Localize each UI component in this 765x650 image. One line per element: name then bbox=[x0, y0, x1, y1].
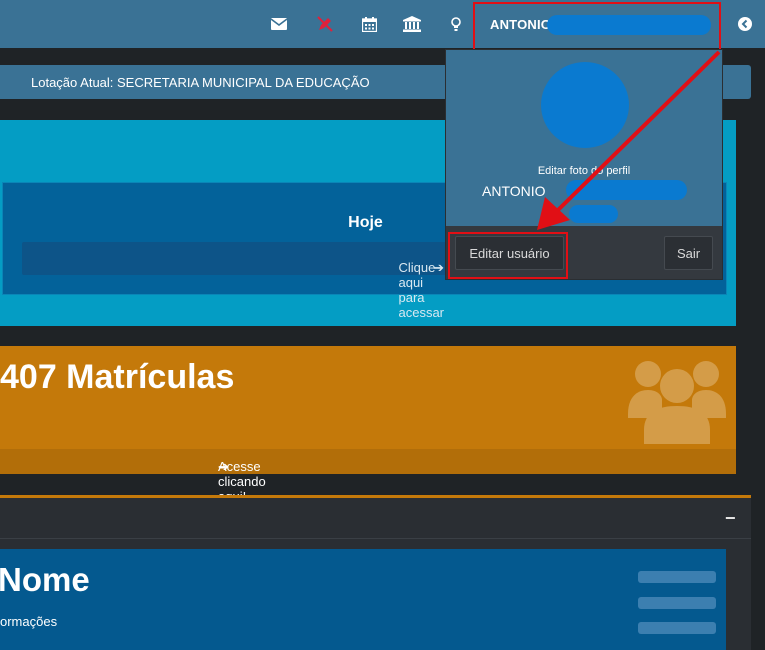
annotation-arrow bbox=[537, 50, 721, 230]
